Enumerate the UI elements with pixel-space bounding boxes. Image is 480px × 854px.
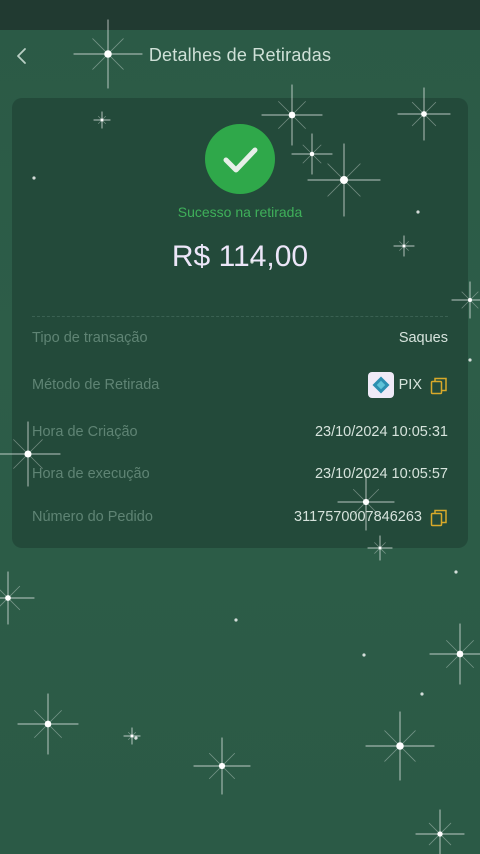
row-order-number: Número do Pedido 3117570007846263 <box>32 506 448 530</box>
executed-at-label: Hora de execução <box>32 466 150 482</box>
withdrawal-amount: R$ 114,00 <box>171 240 309 273</box>
row-executed-at: Hora de execução 23/10/2024 10:05:57 <box>32 463 448 487</box>
sparkle-dot <box>420 692 424 696</box>
sparkle-dot <box>362 653 366 657</box>
withdrawal-details-card: Sucesso na retirada R$ 114,00 Tipo de tr… <box>12 98 468 548</box>
sparkle-icon <box>17 693 79 755</box>
sparkle-icon <box>415 809 465 854</box>
order-number-value: 3117570007846263 <box>294 509 422 525</box>
withdrawal-method-label: Método de Retirada <box>32 377 160 393</box>
created-at-label: Hora de Criação <box>32 424 138 440</box>
row-created-at: Hora de Criação 23/10/2024 10:05:31 <box>32 421 448 445</box>
page-title: Detalhes de Retiradas <box>148 45 332 65</box>
sparkle-icon <box>365 711 435 781</box>
sparkle-icon <box>193 737 251 795</box>
copy-icon[interactable] <box>430 509 448 527</box>
sparkle-dot <box>468 358 472 362</box>
header: Detalhes de Retiradas <box>0 30 480 82</box>
row-withdrawal-method: Método de Retirada PIX <box>32 372 448 398</box>
status-text: Sucesso na retirada <box>177 204 303 220</box>
sparkle-icon <box>429 623 480 685</box>
sparkle-icon <box>123 727 141 745</box>
sparkle-dot <box>454 570 458 574</box>
divider <box>32 316 448 317</box>
status-bar <box>0 0 480 30</box>
row-transaction-type: Tipo de transação Saques <box>32 327 448 351</box>
transaction-type-label: Tipo de transação <box>32 330 148 346</box>
order-number-label: Número do Pedido <box>32 509 153 525</box>
pix-icon <box>368 372 394 398</box>
created-at-value: 23/10/2024 10:05:31 <box>314 424 448 440</box>
app-screen: Detalhes de Retiradas Sucesso na retirad… <box>0 0 480 854</box>
copy-icon[interactable] <box>430 377 448 395</box>
sparkle-dot <box>134 736 138 740</box>
withdrawal-method-value: PIX <box>398 377 422 393</box>
check-circle-icon <box>205 124 275 194</box>
executed-at-value: 23/10/2024 10:05:57 <box>314 466 448 482</box>
sparkle-dot <box>234 618 238 622</box>
sparkle-icon <box>0 571 35 625</box>
transaction-type-value: Saques <box>398 330 448 346</box>
